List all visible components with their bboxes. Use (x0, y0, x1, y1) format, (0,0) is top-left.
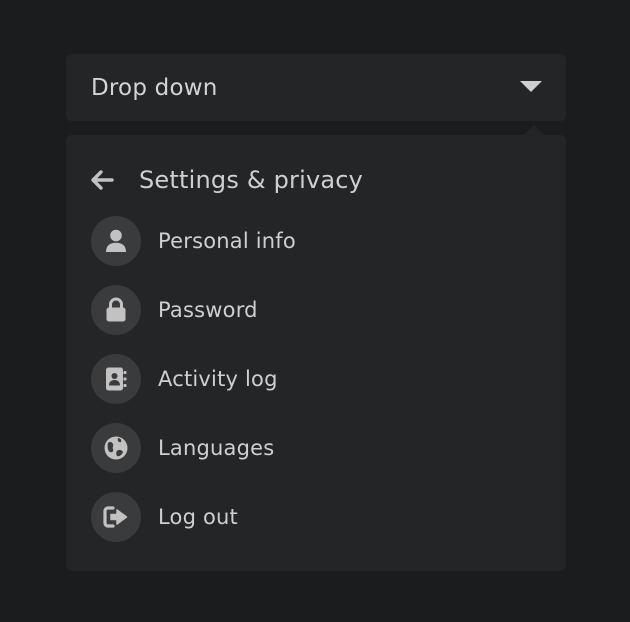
sign-out-icon (91, 492, 141, 542)
address-book-icon (91, 354, 141, 404)
menu-item-log-out[interactable]: Log out (66, 492, 566, 542)
menu-item-label: Languages (158, 436, 275, 460)
menu-item-password[interactable]: Password (66, 285, 566, 335)
page: Drop down Settings & privacy Personal in… (0, 0, 630, 622)
arrow-left-icon[interactable] (90, 168, 114, 192)
menu-item-activity-log[interactable]: Activity log (66, 354, 566, 404)
dropdown-pointer (524, 125, 544, 135)
menu-item-label: Password (158, 298, 258, 322)
user-icon (91, 216, 141, 266)
globe-icon (91, 423, 141, 473)
menu-back-button[interactable]: Settings & privacy (66, 162, 566, 198)
menu-title: Settings & privacy (139, 166, 364, 194)
menu-item-label: Activity log (158, 367, 278, 391)
lock-icon (91, 285, 141, 335)
menu-item-label: Personal info (158, 229, 296, 253)
menu-item-label: Log out (158, 505, 238, 529)
caret-down-icon (520, 81, 542, 92)
dropdown-label: Drop down (91, 74, 218, 101)
dropdown-trigger[interactable]: Drop down (66, 54, 566, 121)
menu-item-personal-info[interactable]: Personal info (66, 216, 566, 266)
dropdown-menu: Settings & privacy Personal info Passwor… (66, 135, 566, 571)
menu-item-languages[interactable]: Languages (66, 423, 566, 473)
